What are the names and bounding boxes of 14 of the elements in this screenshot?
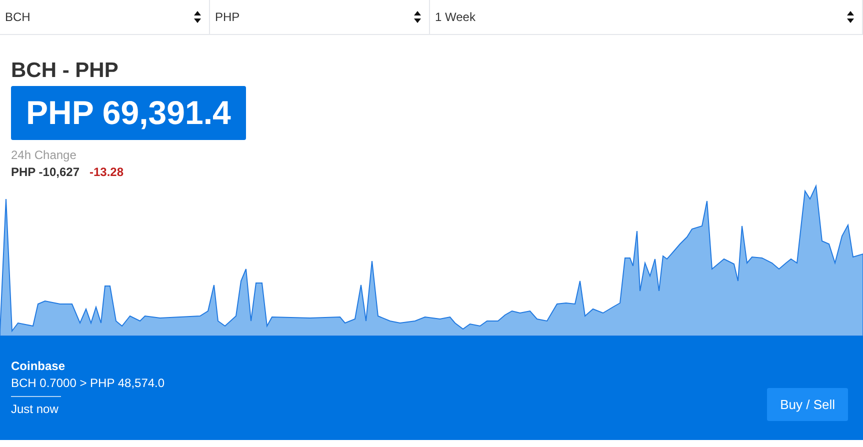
select-field[interactable]: BCH [0,0,210,34]
pair-title: BCH - PHP [11,59,120,83]
select-field[interactable]: 1 Week [430,0,863,34]
sort-arrows-icon [847,11,854,23]
change-label: 24h Change [11,147,78,163]
change-amount: PHP -10,627 [11,164,80,181]
sort-arrows-icon [194,11,201,23]
trade-text: BCH 0.7000 > PHP 48,574.0 [11,375,165,392]
exchange-name: Coinbase [11,358,66,374]
select-field[interactable]: PHP [210,0,430,34]
sort-arrows-icon [414,11,421,23]
time-text: Just now [11,401,60,418]
price-badge: PHP 69,391.4 [11,86,246,140]
change-percent: -13.28 [90,164,124,181]
